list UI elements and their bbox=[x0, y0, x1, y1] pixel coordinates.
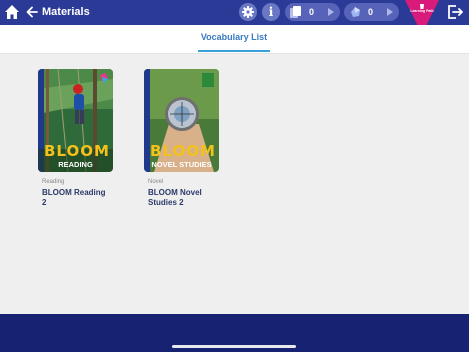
home-indicator[interactable] bbox=[172, 345, 296, 348]
cover-image: BLOOM bbox=[144, 69, 219, 172]
info-button[interactable]: i bbox=[262, 3, 280, 21]
info-icon: i bbox=[268, 5, 274, 19]
home-icon[interactable] bbox=[3, 3, 21, 21]
tab-bar: Vocabulary List bbox=[0, 25, 469, 54]
gem-icon bbox=[351, 7, 360, 17]
logout-icon[interactable] bbox=[446, 3, 464, 21]
svg-text:BLOOM: BLOOM bbox=[150, 142, 216, 160]
play-icon bbox=[328, 8, 334, 16]
book-category: Reading bbox=[42, 179, 65, 185]
cards-icon bbox=[290, 6, 301, 18]
cards-count: 0 bbox=[309, 7, 315, 17]
book-cover[interactable]: BLOOM READING bbox=[38, 69, 113, 172]
settings-button[interactable] bbox=[239, 3, 257, 21]
learning-path-label: Learning Path bbox=[410, 9, 434, 13]
book-title[interactable]: BLOOM Reading 2 bbox=[42, 188, 112, 208]
gear-icon bbox=[242, 6, 254, 18]
cover-label: READING bbox=[58, 160, 93, 169]
cards-counter[interactable]: 0 bbox=[285, 3, 340, 21]
page-title: Materials bbox=[42, 6, 90, 18]
gems-count: 0 bbox=[368, 7, 374, 17]
active-tab-indicator bbox=[198, 50, 270, 52]
book-title[interactable]: BLOOM Novel Studies 2 bbox=[148, 188, 218, 208]
book-cover[interactable]: BLOOM NOVEL STUDIES bbox=[144, 69, 219, 172]
cover-image: BLOOM bbox=[38, 69, 113, 172]
cover-label: NOVEL STUDIES bbox=[151, 160, 212, 169]
svg-text:BLOOM: BLOOM bbox=[44, 142, 110, 160]
tab-vocabulary-list[interactable]: Vocabulary List bbox=[196, 25, 272, 53]
play-icon bbox=[387, 8, 393, 16]
top-bar: Materials i 0 0 Learning Path bbox=[0, 0, 469, 34]
back-arrow-icon[interactable] bbox=[26, 5, 38, 19]
book-card-reading[interactable]: BLOOM READING Reading BLOOM Reading 2 bbox=[38, 69, 113, 208]
book-category: Novel bbox=[148, 179, 164, 185]
gems-counter[interactable]: 0 bbox=[344, 3, 399, 21]
book-card-novel[interactable]: BLOOM NOVEL STUDIES Novel BLOOM Novel St… bbox=[144, 69, 219, 208]
